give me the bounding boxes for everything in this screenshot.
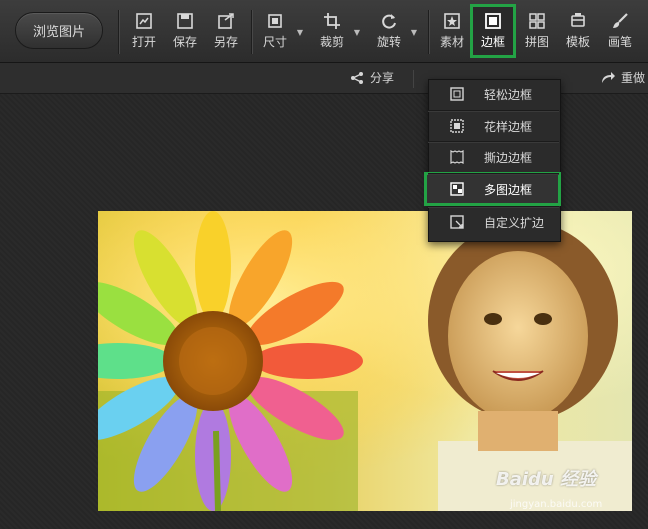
save-icon (177, 13, 193, 29)
open-label: 打开 (131, 35, 156, 49)
menu-item-label: 花样边框 (484, 120, 533, 134)
collage-label: 拼图 (524, 35, 549, 49)
redo-button[interactable]: 重做 (600, 69, 645, 86)
template-icon (571, 13, 585, 27)
toolbar-separator (251, 10, 252, 54)
crop-button[interactable]: 裁剪 ▼ (314, 8, 360, 54)
save-as-icon (218, 13, 234, 29)
template-button[interactable]: 模板 (560, 8, 596, 54)
redo-label: 重做 (621, 71, 646, 85)
open-button[interactable]: 打开 (126, 8, 162, 54)
share-icon (351, 71, 363, 84)
rotate-dropdown-icon[interactable]: ▼ (411, 28, 417, 37)
menu-item-custom-expand-border[interactable]: 自定义扩边 (428, 206, 559, 237)
torn-border-icon (450, 150, 464, 164)
subbar-separator (413, 70, 414, 88)
sticker-icon (444, 13, 460, 29)
crop-dropdown-icon[interactable]: ▼ (354, 28, 360, 37)
brush-icon (613, 13, 628, 28)
border-button[interactable]: 边框 (475, 8, 511, 54)
resize-button[interactable]: 尺寸 ▼ (257, 8, 303, 54)
save-as-button[interactable]: 另存 (208, 8, 244, 54)
redo-icon (602, 71, 615, 83)
resize-icon (268, 14, 282, 28)
rotate-button[interactable]: 旋转 ▼ (371, 8, 417, 54)
rotate-icon (382, 14, 396, 29)
custom-expand-border-icon (450, 215, 464, 229)
crop-label: 裁剪 (319, 35, 344, 49)
sticker-button[interactable]: 素材 (434, 8, 470, 54)
toolbar-separator (118, 10, 119, 54)
simple-border-icon (450, 87, 464, 101)
browse-images-button[interactable]: 浏览图片 (15, 12, 103, 49)
sticker-label: 素材 (439, 35, 464, 49)
menu-item-multi-image-border[interactable]: 多图边框 (428, 173, 559, 204)
menu-item-label: 轻松边框 (484, 88, 533, 102)
menu-item-label: 多图边框 (484, 183, 533, 197)
share-button[interactable]: 分享 (350, 69, 394, 86)
save-label: 保存 (172, 35, 197, 49)
menu-item-simple-border[interactable]: 轻松边框 (428, 79, 559, 110)
collage-icon (529, 13, 545, 29)
baidu-watermark: Baidu 经验 (496, 469, 597, 490)
menu-item-label: 撕边边框 (484, 151, 533, 165)
crop-icon (324, 13, 340, 29)
save-as-label: 另存 (213, 35, 238, 49)
border-icon (485, 13, 501, 29)
collage-button[interactable]: 拼图 (519, 8, 555, 54)
brush-button[interactable]: 画笔 (602, 8, 638, 54)
multi-image-border-icon (450, 182, 464, 196)
resize-label: 尺寸 (262, 35, 287, 49)
menu-item-torn-border[interactable]: 撕边边框 (428, 141, 559, 172)
save-button[interactable]: 保存 (167, 8, 203, 54)
toolbar-separator (428, 10, 429, 54)
menu-item-label: 自定义扩边 (484, 216, 545, 230)
border-label: 边框 (480, 35, 505, 49)
menu-item-pattern-border[interactable]: 花样边框 (428, 110, 559, 141)
brush-label: 画笔 (607, 35, 632, 49)
resize-dropdown-icon[interactable]: ▼ (297, 28, 303, 37)
share-label: 分享 (370, 71, 395, 85)
pattern-border-icon (450, 119, 464, 133)
baidu-watermark-url: jingyan.baidu.com (510, 499, 603, 510)
open-icon (136, 13, 152, 29)
rotate-label: 旋转 (376, 35, 401, 49)
template-label: 模板 (565, 35, 590, 49)
